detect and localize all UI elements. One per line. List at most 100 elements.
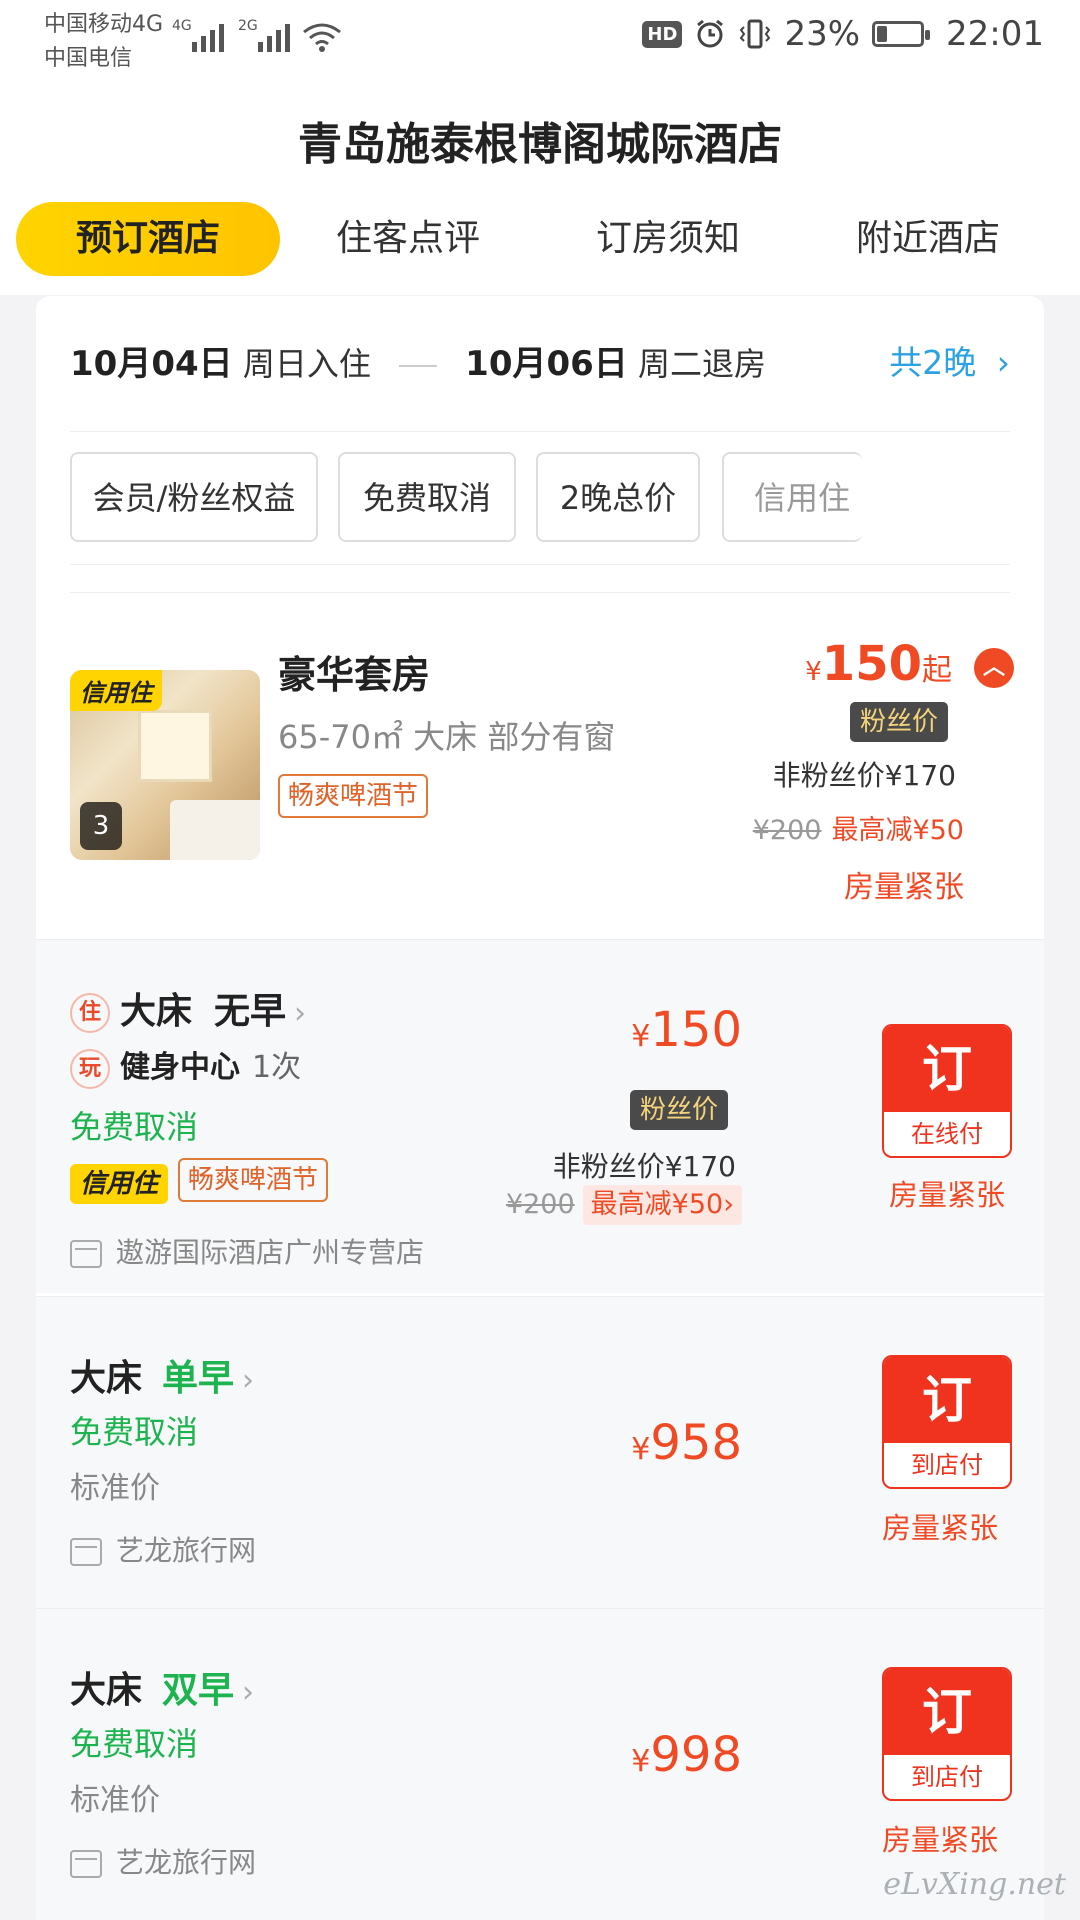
rate-option-1[interactable]: 住大床 无早 › 玩健身中心 1次 免费取消 信用住 畅爽啤酒节 ¥150 粉丝价 非粉… bbox=[36, 939, 1044, 1231]
bed-type: 大床 bbox=[120, 991, 193, 1032]
rate-availability: 房量紧张 bbox=[882, 1823, 999, 1857]
rate-price: ¥998 bbox=[631, 1727, 742, 1783]
original-price: ¥200 bbox=[752, 815, 822, 846]
hd-icon: HD bbox=[642, 20, 683, 48]
room-price-value: 150 bbox=[821, 636, 922, 692]
rate-price-value: 998 bbox=[650, 1727, 742, 1783]
nights-count: 共2晚 bbox=[889, 343, 977, 382]
tab-guest-reviews[interactable]: 住客点评 bbox=[300, 202, 516, 276]
filter-member-benefits[interactable]: 会员/粉丝权益 bbox=[70, 452, 318, 542]
watermark: eLvXing.net bbox=[883, 1867, 1066, 1902]
rate-price-value: 958 bbox=[650, 1415, 742, 1471]
book-label: 订 bbox=[884, 1026, 1010, 1112]
divider bbox=[70, 564, 1010, 565]
rate-title: 住大床 无早 › bbox=[70, 982, 306, 1034]
room-non-fan-price: 非粉丝价¥170 bbox=[772, 759, 956, 792]
network-4g-label: 4G bbox=[172, 18, 192, 34]
rate-option-2[interactable]: 大床 单早 › 免费取消 标准价 艺龙旅行网 ¥958 订 到店付 房量紧张 bbox=[36, 1296, 1044, 1608]
signal-2-icon bbox=[258, 18, 290, 52]
room-availability: 房量紧张 bbox=[844, 870, 964, 905]
filter-free-cancel[interactable]: 免费取消 bbox=[338, 452, 516, 542]
rate-discount[interactable]: ¥200 最高减¥50› bbox=[506, 1185, 742, 1225]
credit-stay-tag: 信用住 bbox=[70, 1163, 169, 1204]
free-cancel-label: 免费取消 bbox=[70, 1108, 199, 1146]
fan-price-badge: 粉丝价 bbox=[849, 702, 948, 742]
rate-fan-badge: 粉丝价 bbox=[629, 1090, 728, 1130]
currency-symbol: ¥ bbox=[631, 1432, 651, 1467]
play-icon: 玩 bbox=[70, 1048, 110, 1089]
fan-price-badge: 粉丝价 bbox=[629, 1090, 728, 1130]
currency-symbol: ¥ bbox=[631, 1019, 651, 1054]
wifi-icon bbox=[303, 23, 341, 52]
stay-icon: 住 bbox=[70, 993, 110, 1033]
price-from-suffix: 起 bbox=[922, 653, 952, 688]
network-2g-label: 2G bbox=[238, 18, 258, 34]
original-price: ¥200 bbox=[505, 1189, 575, 1220]
stay-dates[interactable]: 10月04日 周日入住 10月06日 周二退房 bbox=[70, 336, 1010, 386]
tab-nearby-hotels[interactable]: 附近酒店 bbox=[820, 202, 1036, 276]
pay-type: 到店付 bbox=[911, 1763, 983, 1791]
room-photo-bathtub bbox=[170, 800, 260, 860]
currency-symbol: ¥ bbox=[631, 1744, 651, 1779]
free-cancel-label: 免费取消 bbox=[70, 1413, 199, 1451]
price-type: 标准价 bbox=[70, 1471, 160, 1506]
filter-total-price[interactable]: 2晚总价 bbox=[536, 452, 700, 542]
battery-percent: 23% bbox=[784, 14, 861, 54]
currency-symbol: ¥ bbox=[805, 657, 822, 687]
rate-availability: 房量紧张 bbox=[889, 1178, 1006, 1212]
tab-booking-notice[interactable]: 订房须知 bbox=[560, 202, 776, 276]
room-fan-price-badge: 粉丝价 bbox=[849, 702, 948, 742]
book-button[interactable]: 订 到店付 bbox=[882, 1355, 1012, 1489]
book-button[interactable]: 订 在线付 bbox=[882, 1024, 1012, 1158]
chevron-right-icon: › bbox=[242, 1363, 255, 1398]
vendor-name: 遨游国际酒店广州专营店 bbox=[116, 1236, 425, 1269]
divider bbox=[70, 431, 1010, 432]
vendor: 遨游国际酒店广州专营店 bbox=[70, 1231, 424, 1271]
tab-bar: 预订酒店 住客点评 订房须知 附近酒店 bbox=[0, 202, 1080, 278]
room-card: 10月04日 周日入住 10月06日 周二退房 共2晚 › 会员/粉丝权益 免费… bbox=[36, 296, 1044, 1920]
chevron-right-icon: › bbox=[242, 1675, 255, 1710]
rate-price-value: 150 bbox=[650, 1002, 742, 1058]
rate-non-fan-price: 非粉丝价¥170 bbox=[552, 1150, 736, 1183]
room-promo-tag: 畅爽啤酒节 bbox=[278, 774, 429, 818]
pay-type: 到店付 bbox=[911, 1451, 983, 1479]
pay-type: 在线付 bbox=[911, 1120, 983, 1148]
price-type: 标准价 bbox=[70, 1783, 160, 1818]
book-label: 订 bbox=[884, 1669, 1010, 1755]
breakfast: 单早 bbox=[162, 1358, 235, 1399]
beer-festival-tag: 畅爽啤酒节 bbox=[278, 774, 429, 818]
extra-name: 健身中心 bbox=[120, 1050, 240, 1085]
max-save: 最高减¥50 bbox=[831, 815, 964, 846]
vendor-name: 艺龙旅行网 bbox=[116, 1534, 257, 1567]
chevron-right-icon: › bbox=[996, 343, 1010, 382]
date-separator bbox=[399, 365, 437, 367]
battery-icon bbox=[872, 21, 931, 47]
store-icon bbox=[70, 1850, 102, 1878]
chevron-right-icon: › bbox=[294, 996, 307, 1031]
extra-count: 1次 bbox=[252, 1050, 302, 1085]
checkout-label: 周二退房 bbox=[637, 345, 766, 383]
collapse-up-icon[interactable]: ︿ bbox=[974, 648, 1014, 688]
divider bbox=[70, 592, 1010, 593]
filter-credit-stay[interactable]: 信用住 bbox=[722, 452, 862, 542]
store-icon bbox=[70, 1240, 102, 1268]
book-button[interactable]: 订 到店付 bbox=[882, 1667, 1012, 1801]
rate-title: 大床 单早 › bbox=[70, 1349, 254, 1401]
checkin-date: 10月04日 bbox=[70, 344, 233, 384]
vendor: 艺龙旅行网 bbox=[70, 1529, 256, 1569]
status-bar: 中国移动4G 中国电信 4G 2G HD 23% 22:01 bbox=[0, 0, 1080, 80]
room-photo[interactable]: 信用住 3 bbox=[70, 670, 260, 860]
carrier-1: 中国移动4G bbox=[44, 12, 164, 37]
tab-book-hotel[interactable]: 预订酒店 bbox=[16, 202, 280, 276]
rate-tags: 信用住 畅爽啤酒节 bbox=[70, 1158, 329, 1204]
room-price: ¥150起 bbox=[805, 636, 952, 692]
room-photo-window bbox=[138, 710, 212, 782]
checkin-label: 周日入住 bbox=[242, 345, 371, 383]
page-title: 青岛施泰根博阁城际酒店 bbox=[298, 119, 782, 170]
room-discount: ¥200 最高减¥50 bbox=[753, 808, 964, 847]
credit-stay-badge: 信用住 bbox=[70, 670, 162, 711]
signal-1-icon bbox=[192, 18, 224, 52]
nights-link[interactable]: 共2晚 › bbox=[889, 336, 1010, 384]
store-icon bbox=[70, 1538, 102, 1566]
checkout-date: 10月06日 bbox=[465, 344, 628, 384]
